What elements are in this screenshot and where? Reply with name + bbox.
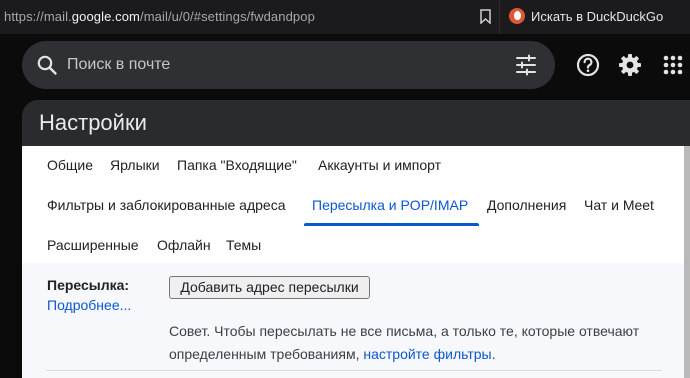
url-prefix: https://mail.: [4, 9, 72, 24]
tab-inbox[interactable]: Папка "Входящие": [177, 157, 297, 173]
tab-general[interactable]: Общие: [47, 157, 93, 173]
mail-search-bar[interactable]: Поиск в почте: [22, 41, 555, 89]
create-filter-link[interactable]: настройте фильтры: [363, 346, 491, 362]
tab-accounts-import[interactable]: Аккаунты и импорт: [318, 157, 441, 173]
address-bar[interactable]: https://mail.google.com/mail/u/0/#settin…: [0, 0, 500, 34]
help-icon[interactable]: [575, 52, 601, 78]
apps-icon[interactable]: [660, 52, 686, 78]
active-tab-indicator: [304, 223, 479, 226]
duckduckgo-logo-icon: [509, 8, 525, 24]
tab-forwarding-pop-imap[interactable]: Пересылка и POP/IMAP: [312, 197, 468, 213]
forwarding-label: Пересылка:: [47, 277, 130, 293]
tab-advanced[interactable]: Расширенные: [47, 237, 139, 253]
section-divider: [46, 370, 662, 371]
tab-labels[interactable]: Ярлыки: [110, 157, 160, 173]
learn-more-link[interactable]: Подробнее...: [47, 297, 131, 313]
add-forwarding-address-button[interactable]: Добавить адрес пересылки: [169, 276, 370, 299]
tab-addons[interactable]: Дополнения: [487, 197, 566, 213]
tip-period: .: [491, 346, 496, 362]
url-domain: google.com: [71, 9, 140, 24]
tab-offline[interactable]: Офлайн: [157, 237, 211, 253]
page-title: Настройки: [39, 110, 147, 135]
tip-line-1: Совет. Чтобы пересылать не все письма, а…: [169, 323, 640, 339]
forwarding-tip: Совет. Чтобы пересылать не все письма, а…: [169, 320, 669, 366]
duckduckgo-search-label: Искать в DuckDuckGo: [531, 9, 664, 24]
tab-filters-blocked[interactable]: Фильтры и заблокированные адреса: [47, 197, 286, 213]
url-path: /mail/u/0/#settings/fwdandpop: [140, 9, 315, 24]
tip-line-2: определенным требованиям,: [169, 346, 364, 362]
duckduckgo-search-box[interactable]: Искать в DuckDuckGo: [500, 0, 690, 34]
search-icon[interactable]: [36, 54, 58, 76]
tab-chat-meet[interactable]: Чат и Meet: [584, 197, 654, 213]
tune-icon[interactable]: [515, 54, 537, 76]
scrollbar[interactable]: [684, 146, 690, 378]
bookmark-icon[interactable]: [480, 9, 491, 24]
search-input[interactable]: Поиск в почте: [67, 56, 170, 74]
gear-icon[interactable]: [617, 52, 643, 78]
tab-themes[interactable]: Темы: [226, 237, 261, 253]
url-text[interactable]: https://mail.google.com/mail/u/0/#settin…: [4, 9, 315, 24]
